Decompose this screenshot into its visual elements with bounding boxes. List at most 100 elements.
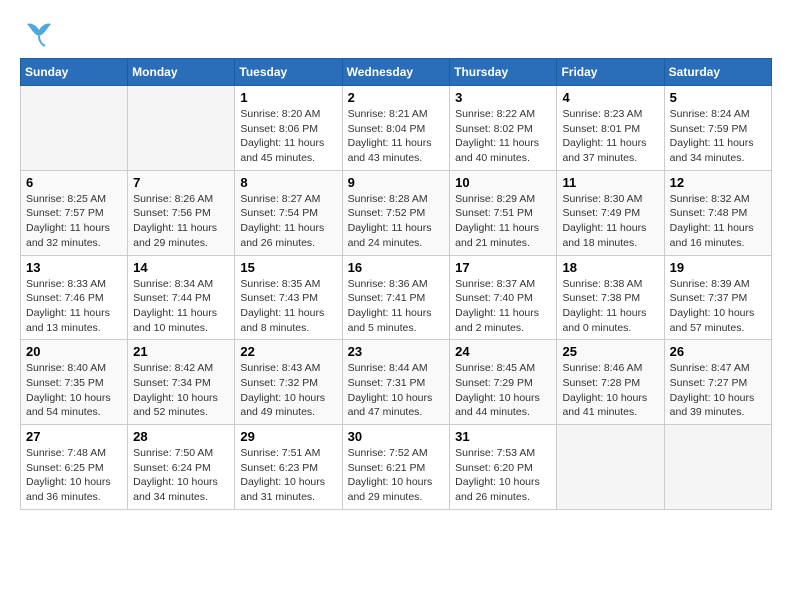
day-number: 13 <box>26 260 122 275</box>
day-number: 16 <box>348 260 445 275</box>
day-number: 5 <box>670 90 766 105</box>
day-info: Sunrise: 8:39 AM Sunset: 7:37 PM Dayligh… <box>670 277 766 336</box>
day-number: 14 <box>133 260 229 275</box>
day-info: Sunrise: 8:42 AM Sunset: 7:34 PM Dayligh… <box>133 361 229 420</box>
day-number: 31 <box>455 429 551 444</box>
day-number: 3 <box>455 90 551 105</box>
day-number: 17 <box>455 260 551 275</box>
day-info: Sunrise: 8:36 AM Sunset: 7:41 PM Dayligh… <box>348 277 445 336</box>
calendar-cell: 10 Sunrise: 8:29 AM Sunset: 7:51 PM Dayli… <box>450 170 557 255</box>
calendar-cell: 2 Sunrise: 8:21 AM Sunset: 8:04 PM Daylig… <box>342 86 450 171</box>
day-number: 30 <box>348 429 445 444</box>
day-number: 15 <box>240 260 336 275</box>
calendar-cell: 26Sunrise: 8:47 AM Sunset: 7:27 PM Dayli… <box>664 340 771 425</box>
calendar-cell: 31 Sunrise: 7:53 AM Sunset: 6:20 PM Dayli… <box>450 425 557 510</box>
day-info: Sunrise: 8:27 AM Sunset: 7:54 PM Dayligh… <box>240 192 336 251</box>
column-header-wednesday: Wednesday <box>342 59 450 86</box>
calendar-cell: 16 Sunrise: 8:36 AM Sunset: 7:41 PM Dayli… <box>342 255 450 340</box>
calendar-cell: 9Sunrise: 8:28 AM Sunset: 7:52 PM Daylig… <box>342 170 450 255</box>
calendar-cell: 6 Sunrise: 8:25 AM Sunset: 7:57 PM Daylig… <box>21 170 128 255</box>
day-number: 1 <box>240 90 336 105</box>
day-number: 24 <box>455 344 551 359</box>
day-number: 22 <box>240 344 336 359</box>
calendar-cell <box>557 425 664 510</box>
calendar-cell: 27 Sunrise: 7:48 AM Sunset: 6:25 PM Dayli… <box>21 425 128 510</box>
day-info: Sunrise: 8:43 AM Sunset: 7:32 PM Dayligh… <box>240 361 336 420</box>
day-info: Sunrise: 7:52 AM Sunset: 6:21 PM Dayligh… <box>348 446 445 505</box>
day-number: 8 <box>240 175 336 190</box>
calendar-cell: 28 Sunrise: 7:50 AM Sunset: 6:24 PM Dayli… <box>128 425 235 510</box>
calendar-cell: 20Sunrise: 8:40 AM Sunset: 7:35 PM Dayli… <box>21 340 128 425</box>
day-number: 9 <box>348 175 445 190</box>
day-info: Sunrise: 8:37 AM Sunset: 7:40 PM Dayligh… <box>455 277 551 336</box>
day-number: 28 <box>133 429 229 444</box>
calendar-cell: 8 Sunrise: 8:27 AM Sunset: 7:54 PM Daylig… <box>235 170 342 255</box>
calendar-cell: 11Sunrise: 8:30 AM Sunset: 7:49 PM Dayli… <box>557 170 664 255</box>
day-info: Sunrise: 7:51 AM Sunset: 6:23 PM Dayligh… <box>240 446 336 505</box>
calendar-cell <box>128 86 235 171</box>
calendar-cell: 17 Sunrise: 8:37 AM Sunset: 7:40 PM Dayli… <box>450 255 557 340</box>
day-info: Sunrise: 8:33 AM Sunset: 7:46 PM Dayligh… <box>26 277 122 336</box>
day-info: Sunrise: 8:34 AM Sunset: 7:44 PM Dayligh… <box>133 277 229 336</box>
calendar-cell: 25Sunrise: 8:46 AM Sunset: 7:28 PM Dayli… <box>557 340 664 425</box>
day-info: Sunrise: 8:32 AM Sunset: 7:48 PM Dayligh… <box>670 192 766 251</box>
day-number: 29 <box>240 429 336 444</box>
day-info: Sunrise: 8:24 AM Sunset: 7:59 PM Dayligh… <box>670 107 766 166</box>
day-info: Sunrise: 8:44 AM Sunset: 7:31 PM Dayligh… <box>348 361 445 420</box>
calendar-cell: 21 Sunrise: 8:42 AM Sunset: 7:34 PM Dayli… <box>128 340 235 425</box>
calendar-week-row: 6 Sunrise: 8:25 AM Sunset: 7:57 PM Daylig… <box>21 170 772 255</box>
day-info: Sunrise: 7:48 AM Sunset: 6:25 PM Dayligh… <box>26 446 122 505</box>
day-info: Sunrise: 8:45 AM Sunset: 7:29 PM Dayligh… <box>455 361 551 420</box>
calendar-cell <box>664 425 771 510</box>
day-info: Sunrise: 7:53 AM Sunset: 6:20 PM Dayligh… <box>455 446 551 505</box>
calendar-cell: 30 Sunrise: 7:52 AM Sunset: 6:21 PM Dayli… <box>342 425 450 510</box>
day-info: Sunrise: 8:26 AM Sunset: 7:56 PM Dayligh… <box>133 192 229 251</box>
calendar-cell: 23 Sunrise: 8:44 AM Sunset: 7:31 PM Dayli… <box>342 340 450 425</box>
day-info: Sunrise: 8:29 AM Sunset: 7:51 PM Dayligh… <box>455 192 551 251</box>
calendar-cell: 22 Sunrise: 8:43 AM Sunset: 7:32 PM Dayli… <box>235 340 342 425</box>
page-header <box>20 20 772 48</box>
calendar-cell: 15Sunrise: 8:35 AM Sunset: 7:43 PM Dayli… <box>235 255 342 340</box>
column-header-friday: Friday <box>557 59 664 86</box>
calendar-cell: 19 Sunrise: 8:39 AM Sunset: 7:37 PM Dayli… <box>664 255 771 340</box>
day-number: 4 <box>562 90 658 105</box>
day-number: 12 <box>670 175 766 190</box>
calendar-week-row: 1 Sunrise: 8:20 AM Sunset: 8:06 PM Daylig… <box>21 86 772 171</box>
day-info: Sunrise: 8:46 AM Sunset: 7:28 PM Dayligh… <box>562 361 658 420</box>
day-info: Sunrise: 8:25 AM Sunset: 7:57 PM Dayligh… <box>26 192 122 251</box>
day-info: Sunrise: 8:47 AM Sunset: 7:27 PM Dayligh… <box>670 361 766 420</box>
day-info: Sunrise: 8:40 AM Sunset: 7:35 PM Dayligh… <box>26 361 122 420</box>
column-header-monday: Monday <box>128 59 235 86</box>
day-number: 27 <box>26 429 122 444</box>
day-number: 23 <box>348 344 445 359</box>
day-info: Sunrise: 8:20 AM Sunset: 8:06 PM Dayligh… <box>240 107 336 166</box>
day-number: 6 <box>26 175 122 190</box>
day-info: Sunrise: 8:23 AM Sunset: 8:01 PM Dayligh… <box>562 107 658 166</box>
day-number: 7 <box>133 175 229 190</box>
day-info: Sunrise: 7:50 AM Sunset: 6:24 PM Dayligh… <box>133 446 229 505</box>
logo <box>20 20 55 48</box>
day-info: Sunrise: 8:21 AM Sunset: 8:04 PM Dayligh… <box>348 107 445 166</box>
day-number: 21 <box>133 344 229 359</box>
calendar-cell: 5 Sunrise: 8:24 AM Sunset: 7:59 PM Daylig… <box>664 86 771 171</box>
calendar-cell: 1 Sunrise: 8:20 AM Sunset: 8:06 PM Daylig… <box>235 86 342 171</box>
calendar-cell <box>21 86 128 171</box>
calendar-cell: 18Sunrise: 8:38 AM Sunset: 7:38 PM Dayli… <box>557 255 664 340</box>
day-info: Sunrise: 8:22 AM Sunset: 8:02 PM Dayligh… <box>455 107 551 166</box>
calendar-header-row: SundayMondayTuesdayWednesdayThursdayFrid… <box>21 59 772 86</box>
day-number: 10 <box>455 175 551 190</box>
calendar-cell: 14 Sunrise: 8:34 AM Sunset: 7:44 PM Dayli… <box>128 255 235 340</box>
calendar-week-row: 20Sunrise: 8:40 AM Sunset: 7:35 PM Dayli… <box>21 340 772 425</box>
calendar-cell: 12 Sunrise: 8:32 AM Sunset: 7:48 PM Dayli… <box>664 170 771 255</box>
day-number: 19 <box>670 260 766 275</box>
bird-icon <box>23 20 55 48</box>
calendar-cell: 13 Sunrise: 8:33 AM Sunset: 7:46 PM Dayli… <box>21 255 128 340</box>
column-header-saturday: Saturday <box>664 59 771 86</box>
calendar-cell: 7 Sunrise: 8:26 AM Sunset: 7:56 PM Daylig… <box>128 170 235 255</box>
day-number: 11 <box>562 175 658 190</box>
column-header-sunday: Sunday <box>21 59 128 86</box>
day-number: 2 <box>348 90 445 105</box>
day-info: Sunrise: 8:38 AM Sunset: 7:38 PM Dayligh… <box>562 277 658 336</box>
calendar-cell: 24 Sunrise: 8:45 AM Sunset: 7:29 PM Dayli… <box>450 340 557 425</box>
calendar-week-row: 13 Sunrise: 8:33 AM Sunset: 7:46 PM Dayli… <box>21 255 772 340</box>
